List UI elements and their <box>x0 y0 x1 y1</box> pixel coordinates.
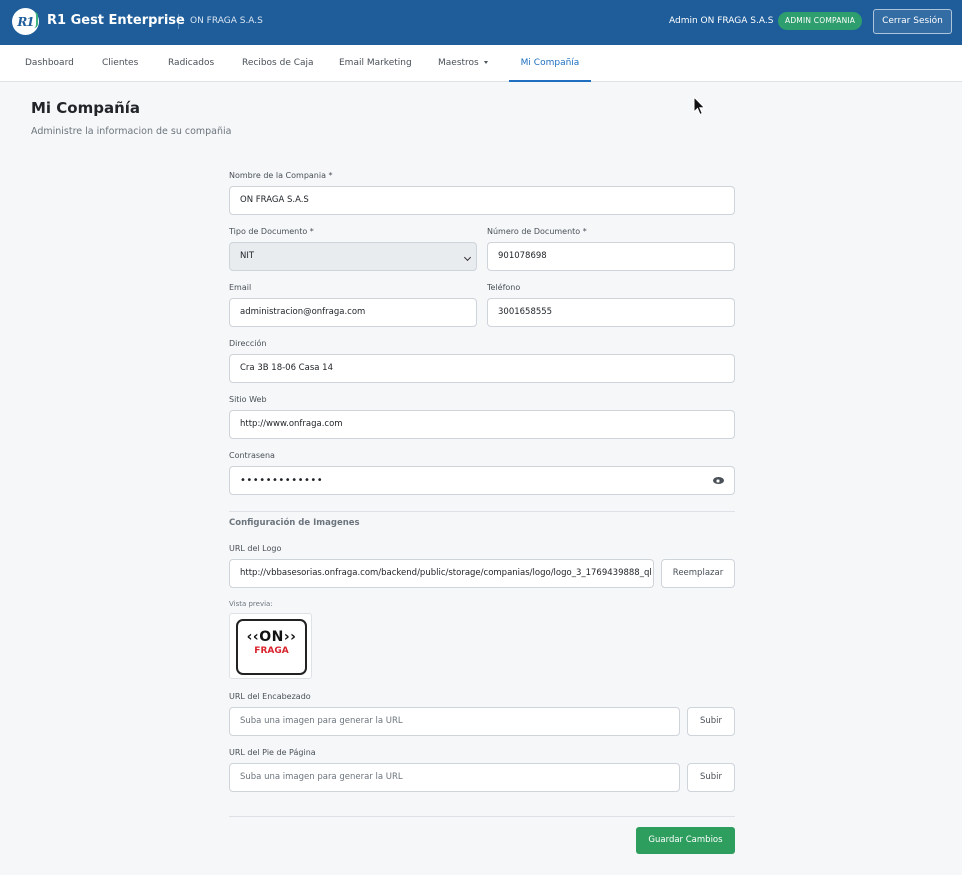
password-input[interactable]: ••••••••••••• <box>229 466 735 495</box>
doc-type-select[interactable]: NIT <box>229 242 477 271</box>
phone-input[interactable]: 3001658555 <box>487 298 735 327</box>
address-input[interactable]: Cra 3B 18-06 Casa 14 <box>229 354 735 383</box>
top-bar: R1 R1 Gest Enterprise ON FRAGA S.A.S Adm… <box>0 0 962 45</box>
footer-url-input[interactable]: Suba una imagen para generar la URL <box>229 763 680 792</box>
company-logo-image: ‹‹ON›› FRAGA <box>236 619 307 675</box>
doc-type-value: NIT <box>240 251 255 261</box>
brand-company-name: ON FRAGA S.A.S <box>190 16 263 26</box>
doc-number-label: Número de Documento * <box>487 227 587 236</box>
brand-divider <box>178 14 179 29</box>
nav-item-maestros[interactable]: Maestros <box>438 45 488 82</box>
chevron-down-icon <box>463 253 472 262</box>
company-logo-text-on: ‹‹ON›› <box>246 629 297 645</box>
nav-item-maestros-label: Maestros <box>438 58 479 68</box>
main-nav: Dashboard Clientes Radicados Recibos de … <box>0 45 962 82</box>
company-name-label: Nombre de la Compania * <box>229 171 333 180</box>
caret-down-icon <box>483 61 488 64</box>
images-section-title: Configuración de Imagenes <box>229 518 360 528</box>
eye-icon[interactable] <box>713 477 724 484</box>
phone-label: Teléfono <box>487 283 521 292</box>
upload-header-button[interactable]: Subir <box>687 707 735 736</box>
website-input[interactable]: http://www.onfraga.com <box>229 410 735 439</box>
address-label: Dirección <box>229 339 267 348</box>
section-divider <box>229 511 735 512</box>
upload-footer-button[interactable]: Subir <box>687 763 735 792</box>
app-logo-icon[interactable]: R1 <box>12 8 39 35</box>
header-url-input[interactable]: Suba una imagen para generar la URL <box>229 707 680 736</box>
password-label: Contrasena <box>229 451 275 460</box>
logout-button[interactable]: Cerrar Sesión <box>873 9 952 34</box>
footer-divider <box>229 816 735 817</box>
doc-number-input[interactable]: 901078698 <box>487 242 735 271</box>
logo-url-label: URL del Logo <box>229 544 282 553</box>
nav-item-recibos-de-caja[interactable]: Recibos de Caja <box>242 45 314 82</box>
page-title: Mi Compañía <box>31 99 141 117</box>
website-label: Sitio Web <box>229 395 267 404</box>
nav-item-mi-compania[interactable]: Mi Compañía <box>509 45 591 82</box>
logo-url-input[interactable]: http://vbbasesorias.onfraga.com/backend/… <box>229 559 654 588</box>
user-name: Admin ON FRAGA S.A.S <box>669 16 774 26</box>
preview-label: Vista previa: <box>229 600 273 608</box>
nav-item-clientes[interactable]: Clientes <box>102 45 138 82</box>
replace-logo-button[interactable]: Reemplazar <box>661 559 735 588</box>
logo-preview: ‹‹ON›› FRAGA <box>229 613 312 679</box>
footer-url-label: URL del Pie de Página <box>229 748 316 757</box>
role-badge: ADMIN COMPANIA <box>778 12 863 30</box>
nav-item-radicados[interactable]: Radicados <box>168 45 214 82</box>
app-logo-text: R1 <box>17 14 34 29</box>
page-subtitle: Administre la informacion de su compañia <box>31 126 232 137</box>
email-input[interactable]: administracion@onfraga.com <box>229 298 477 327</box>
nav-item-email-marketing[interactable]: Email Marketing <box>339 45 412 82</box>
company-logo-text-fraga: FRAGA <box>254 646 289 656</box>
company-name-input[interactable]: ON FRAGA S.A.S <box>229 186 735 215</box>
password-value: ••••••••••••• <box>240 475 324 486</box>
email-label: Email <box>229 283 252 292</box>
save-changes-button[interactable]: Guardar Cambios <box>636 827 735 854</box>
doc-type-label: Tipo de Documento * <box>229 227 314 236</box>
brand-name[interactable]: R1 Gest Enterprise <box>47 13 185 28</box>
mouse-cursor-icon <box>693 96 706 116</box>
nav-item-dashboard[interactable]: Dashboard <box>25 45 74 82</box>
header-url-label: URL del Encabezado <box>229 692 311 701</box>
